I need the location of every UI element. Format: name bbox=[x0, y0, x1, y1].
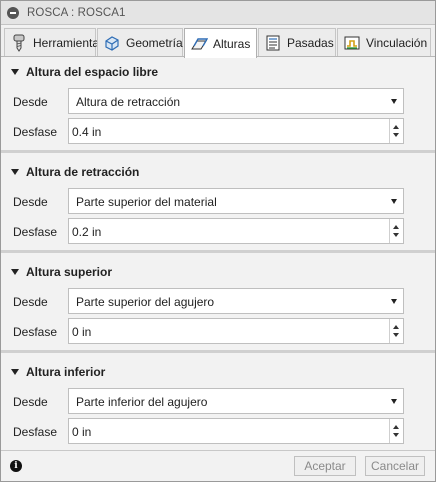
offset-input[interactable]: 0.4 in bbox=[68, 118, 404, 144]
tab-content-alturas: Altura del espacio libre Desde Altura de… bbox=[1, 58, 435, 448]
from-label: Desde bbox=[13, 295, 48, 309]
offset-label: Desfase bbox=[13, 125, 58, 139]
heights-icon bbox=[190, 35, 208, 53]
chevron-down-icon bbox=[391, 199, 397, 204]
tab-bar: Herramienta Geometría Alturas Pasadas Vi… bbox=[1, 27, 435, 58]
tab-herramienta[interactable]: Herramienta bbox=[4, 28, 100, 56]
group-title: Altura superior bbox=[26, 265, 113, 279]
tab-geometria[interactable]: Geometría bbox=[97, 28, 183, 56]
dialog-window: ROSCA : ROSCA1 Herramienta Geometría Alt… bbox=[0, 0, 436, 482]
offset-input[interactable]: 0 in bbox=[68, 318, 404, 344]
spin-up-icon[interactable] bbox=[393, 325, 399, 329]
group-divider bbox=[1, 350, 435, 353]
group-altura-retraccion: Altura de retracción Desde Parte superio… bbox=[1, 161, 435, 244]
from-value: Altura de retracción bbox=[76, 95, 181, 109]
passes-icon bbox=[264, 34, 282, 52]
spin-up-icon[interactable] bbox=[393, 125, 399, 129]
tool-icon bbox=[10, 34, 28, 52]
tab-pasadas[interactable]: Pasadas bbox=[258, 28, 336, 56]
tab-label: Vinculación bbox=[366, 35, 428, 50]
geometry-icon bbox=[103, 34, 121, 52]
group-altura-superior: Altura superior Desde Parte superior del… bbox=[1, 261, 435, 344]
from-label: Desde bbox=[13, 195, 48, 209]
offset-row: Desfase 0.4 in bbox=[1, 118, 435, 146]
title-bar: ROSCA : ROSCA1 bbox=[1, 1, 435, 25]
group-title: Altura inferior bbox=[26, 365, 106, 379]
from-row: Desde Parte superior del agujero bbox=[1, 288, 435, 316]
offset-label: Desfase bbox=[13, 325, 58, 339]
offset-value: 0 in bbox=[72, 425, 92, 439]
spin-down-icon[interactable] bbox=[393, 233, 399, 237]
spin-down-icon[interactable] bbox=[393, 133, 399, 137]
from-dropdown[interactable]: Parte superior del agujero bbox=[68, 288, 404, 314]
collapse-caret-icon[interactable] bbox=[11, 169, 19, 175]
tab-alturas[interactable]: Alturas bbox=[184, 28, 257, 58]
group-title: Altura de retracción bbox=[26, 165, 140, 179]
collapse-icon[interactable] bbox=[7, 6, 19, 19]
collapse-caret-icon[interactable] bbox=[11, 369, 19, 375]
tab-label: Alturas bbox=[213, 36, 251, 51]
offset-row: Desfase 0 in bbox=[1, 418, 435, 446]
tab-vinculacion[interactable]: Vinculación bbox=[337, 28, 431, 56]
tab-label: Geometría bbox=[126, 35, 183, 50]
from-value: Parte inferior del agujero bbox=[76, 395, 208, 409]
spin-buttons[interactable] bbox=[389, 219, 403, 243]
group-divider bbox=[1, 150, 435, 153]
info-icon[interactable]: i bbox=[10, 460, 22, 472]
tab-label: Herramienta bbox=[33, 35, 100, 50]
collapse-caret-icon[interactable] bbox=[11, 69, 19, 75]
linking-icon bbox=[343, 34, 361, 52]
offset-row: Desfase 0.2 in bbox=[1, 218, 435, 246]
from-value: Parte superior del material bbox=[76, 195, 217, 209]
spin-buttons[interactable] bbox=[389, 119, 403, 143]
spin-buttons[interactable] bbox=[389, 419, 403, 443]
chevron-down-icon bbox=[391, 299, 397, 304]
group-altura-inferior: Altura inferior Desde Parte inferior del… bbox=[1, 361, 435, 444]
from-row: Desde Altura de retracción bbox=[1, 88, 435, 116]
spin-down-icon[interactable] bbox=[393, 333, 399, 337]
spin-buttons[interactable] bbox=[389, 319, 403, 343]
group-header[interactable]: Altura inferior bbox=[1, 361, 435, 383]
offset-input[interactable]: 0 in bbox=[68, 418, 404, 444]
from-dropdown[interactable]: Parte superior del material bbox=[68, 188, 404, 214]
from-label: Desde bbox=[13, 395, 48, 409]
offset-label: Desfase bbox=[13, 425, 58, 439]
chevron-down-icon bbox=[391, 99, 397, 104]
from-row: Desde Parte inferior del agujero bbox=[1, 388, 435, 416]
dialog-footer: i Aceptar Cancelar bbox=[1, 450, 435, 481]
from-dropdown[interactable]: Parte inferior del agujero bbox=[68, 388, 404, 414]
group-divider bbox=[1, 250, 435, 253]
group-altura-espacio-libre: Altura del espacio libre Desde Altura de… bbox=[1, 61, 435, 144]
offset-value: 0.4 in bbox=[72, 125, 102, 139]
cancel-button[interactable]: Cancelar bbox=[365, 456, 425, 476]
offset-value: 0.2 in bbox=[72, 225, 102, 239]
ok-button[interactable]: Aceptar bbox=[294, 456, 356, 476]
from-label: Desde bbox=[13, 95, 48, 109]
from-value: Parte superior del agujero bbox=[76, 295, 215, 309]
group-header[interactable]: Altura superior bbox=[1, 261, 435, 283]
chevron-down-icon bbox=[391, 399, 397, 404]
group-header[interactable]: Altura de retracción bbox=[1, 161, 435, 183]
spin-up-icon[interactable] bbox=[393, 225, 399, 229]
offset-value: 0 in bbox=[72, 325, 92, 339]
group-title: Altura del espacio libre bbox=[26, 65, 159, 79]
offset-label: Desfase bbox=[13, 225, 58, 239]
collapse-caret-icon[interactable] bbox=[11, 269, 19, 275]
dialog-title: ROSCA : ROSCA1 bbox=[27, 6, 126, 19]
spin-up-icon[interactable] bbox=[393, 425, 399, 429]
from-row: Desde Parte superior del material bbox=[1, 188, 435, 216]
offset-row: Desfase 0 in bbox=[1, 318, 435, 346]
offset-input[interactable]: 0.2 in bbox=[68, 218, 404, 244]
spin-down-icon[interactable] bbox=[393, 433, 399, 437]
tab-label: Pasadas bbox=[287, 35, 334, 50]
from-dropdown[interactable]: Altura de retracción bbox=[68, 88, 404, 114]
group-header[interactable]: Altura del espacio libre bbox=[1, 61, 435, 83]
